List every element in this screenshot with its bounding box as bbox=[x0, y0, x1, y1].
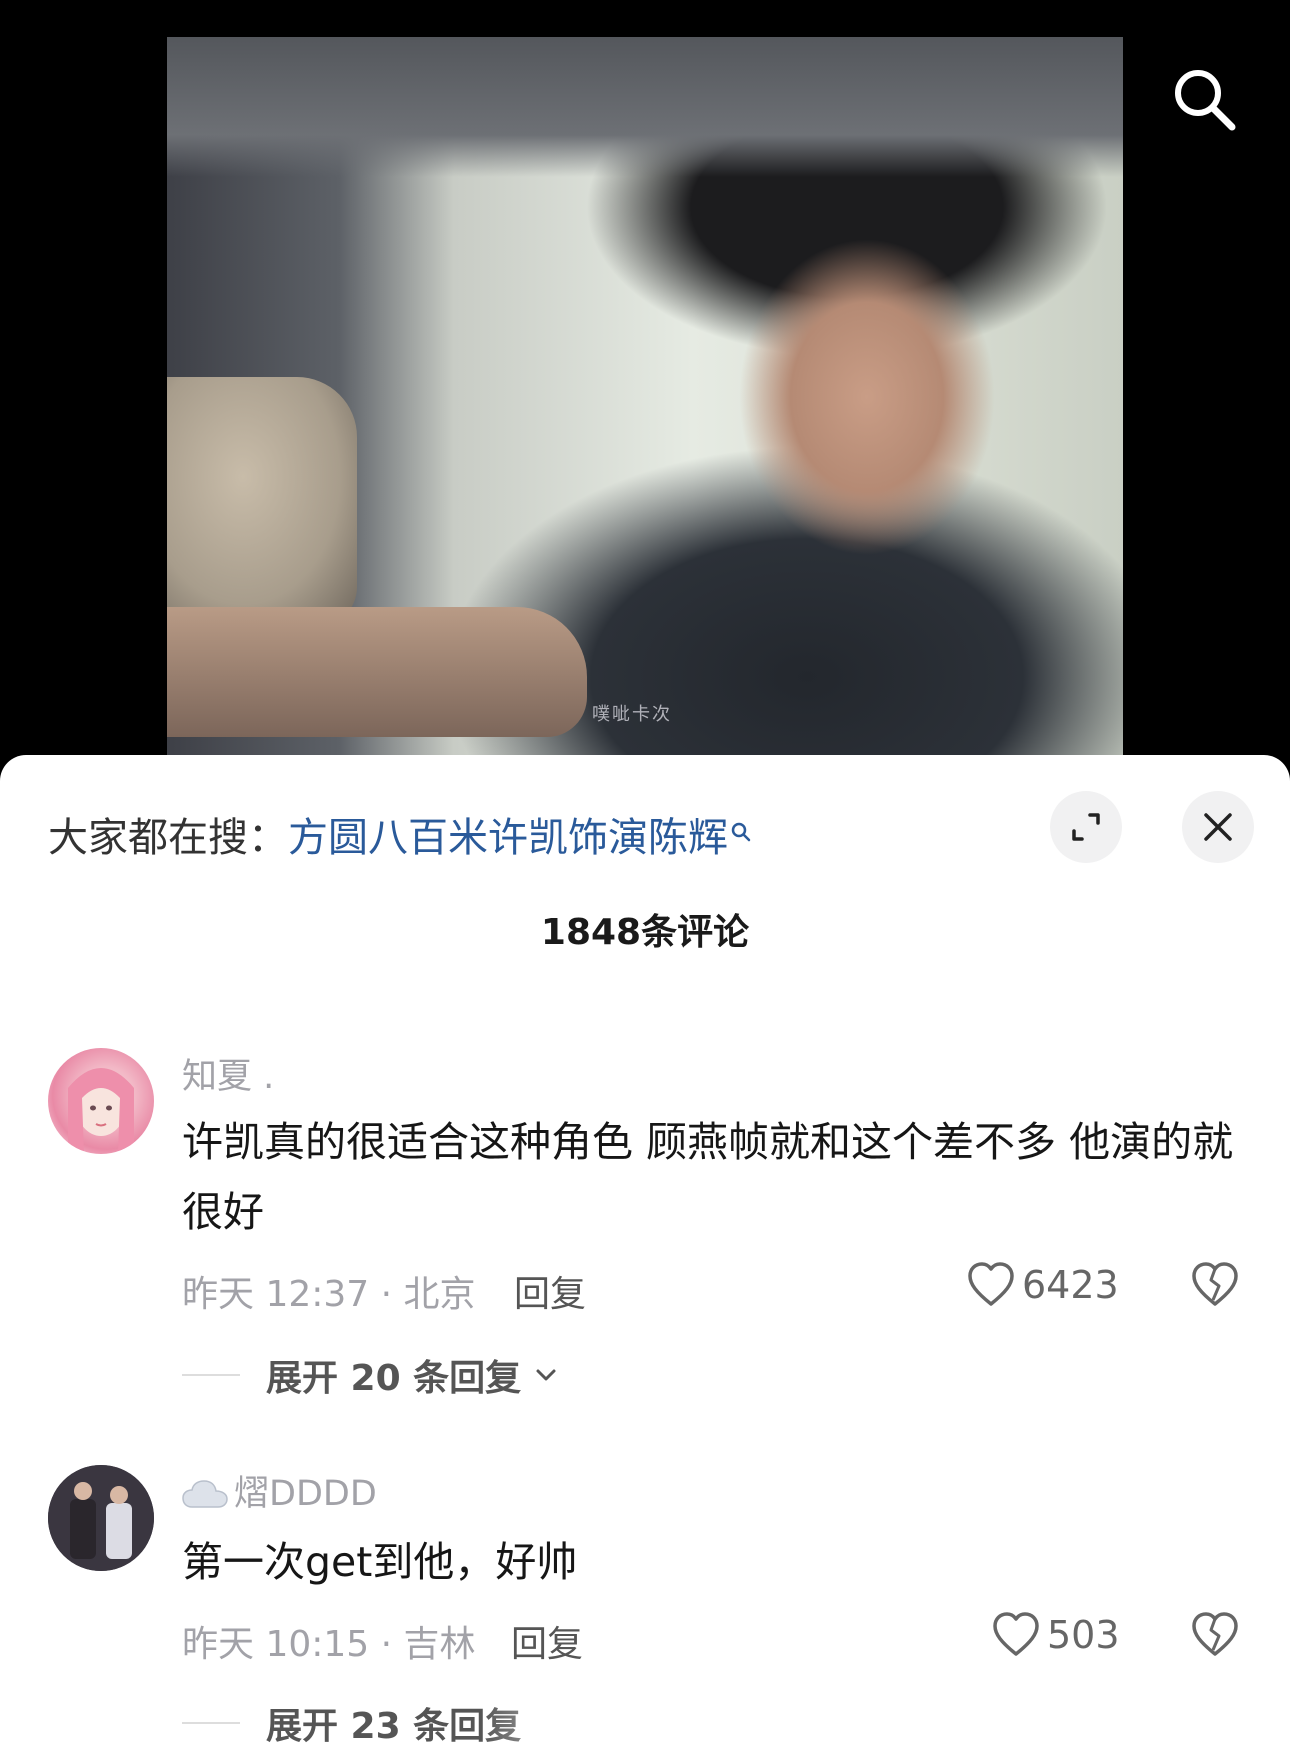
heart-icon bbox=[968, 1262, 1014, 1306]
car-roof bbox=[167, 37, 1123, 177]
expand-button[interactable] bbox=[1050, 791, 1122, 863]
divider-line bbox=[182, 1374, 240, 1376]
search-icon bbox=[1175, 70, 1236, 131]
search-button[interactable] bbox=[1170, 65, 1240, 135]
heart-icon bbox=[993, 1612, 1039, 1656]
avatar-illustration bbox=[68, 1068, 134, 1154]
comment-meta: 昨天 10:15 · 吉林 bbox=[182, 1624, 476, 1665]
bottom-fade bbox=[480, 1700, 880, 1764]
like-button[interactable]: 6423 bbox=[966, 1260, 1119, 1310]
hot-search-keyword[interactable]: 方圆八百米许凯饰演陈辉 bbox=[288, 815, 728, 861]
comment-meta: 昨天 12:37 · 北京 bbox=[182, 1274, 476, 1315]
video-player[interactable]: 噗呲卡次 bbox=[167, 37, 1123, 755]
car-seat bbox=[167, 377, 357, 627]
broken-heart-icon bbox=[1192, 1612, 1238, 1656]
hot-search-prefix: 大家都在搜： bbox=[48, 815, 288, 861]
hot-search-bar: 大家都在搜：方圆八百米许凯饰演陈辉 bbox=[48, 805, 752, 863]
avatar-illustration bbox=[48, 1465, 154, 1571]
chevron-down-icon bbox=[536, 1369, 556, 1381]
reply-button[interactable]: 回复 bbox=[511, 1615, 583, 1667]
broken-heart-icon bbox=[1192, 1262, 1238, 1306]
comment-username-text: 熠DDDD bbox=[234, 1474, 377, 1514]
dislike-button[interactable] bbox=[1190, 1260, 1240, 1314]
arm bbox=[167, 607, 587, 737]
comment-sheet: 大家都在搜：方圆八百米许凯饰演陈辉 1848条评论 知夏 . 许凯真的很适合这种… bbox=[0, 755, 1290, 1764]
expand-replies-label: 展开 20 条回复 bbox=[266, 1358, 522, 1399]
like-button[interactable]: 503 bbox=[991, 1610, 1120, 1660]
comment-text: 许凯真的很适合这种角色 顾燕帧就和这个差不多 他演的就很好 bbox=[182, 1118, 1234, 1236]
avatar[interactable] bbox=[48, 1465, 154, 1571]
close-button[interactable] bbox=[1182, 791, 1254, 863]
like-count: 503 bbox=[1047, 1613, 1120, 1657]
divider-line bbox=[182, 1722, 240, 1724]
expand-replies[interactable]: 展开 23 条回复 bbox=[182, 1697, 521, 1749]
avatar[interactable] bbox=[48, 1048, 154, 1154]
reply-button[interactable]: 回复 bbox=[514, 1265, 586, 1317]
comment-text: 第一次get到他，好帅 bbox=[182, 1538, 578, 1586]
dislike-button[interactable] bbox=[1190, 1610, 1240, 1664]
close-icon bbox=[1204, 813, 1232, 841]
comment-username[interactable]: 知夏 . bbox=[182, 1048, 274, 1099]
search-icon bbox=[730, 807, 752, 853]
comment-count-title: 1848条评论 bbox=[540, 912, 750, 953]
comment-username[interactable]: 熠DDDD bbox=[182, 1465, 377, 1518]
like-count: 6423 bbox=[1022, 1263, 1119, 1307]
video-watermark: 噗呲卡次 bbox=[592, 704, 672, 725]
cloud-icon bbox=[182, 1478, 228, 1518]
expand-icon bbox=[1072, 813, 1100, 841]
expand-replies[interactable]: 展开 20 条回复 bbox=[182, 1349, 561, 1401]
